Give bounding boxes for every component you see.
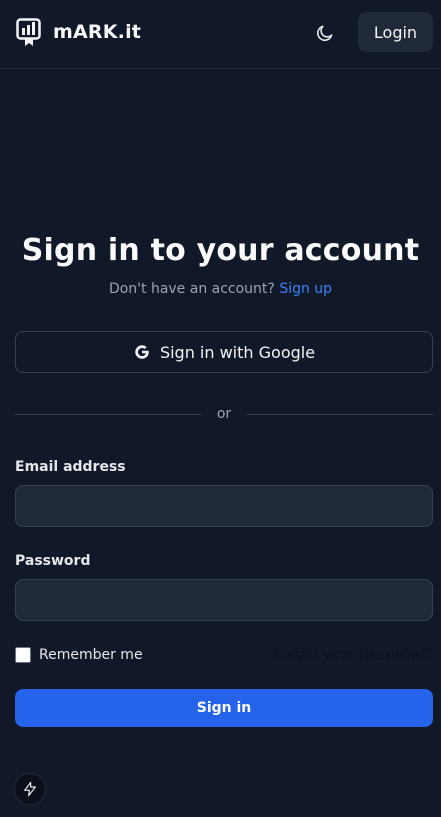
- google-signin-button[interactable]: Sign in with Google: [15, 331, 433, 373]
- password-label: Password: [15, 553, 91, 569]
- remember-me[interactable]: Remember me: [15, 647, 143, 663]
- google-signin-label: Sign in with Google: [159, 342, 316, 362]
- bolt-icon: [24, 781, 36, 797]
- signup-prompt-text: Don't have an account?: [108, 281, 275, 297]
- signup-link[interactable]: Sign up: [279, 281, 332, 297]
- forgot-password-link[interactable]: Forgot your password?: [274, 647, 433, 663]
- divider-text: or: [216, 406, 232, 422]
- theme-toggle[interactable]: [310, 18, 340, 48]
- moon-icon: [317, 25, 333, 41]
- email-label: Email address: [15, 459, 126, 475]
- divider-left: [15, 414, 201, 415]
- brand[interactable]: mARK.it: [16, 17, 141, 47]
- password-field[interactable]: [15, 579, 433, 621]
- divider-right: [247, 414, 433, 415]
- signup-prompt: Don't have an account? Sign up: [0, 281, 441, 297]
- google-icon: [135, 345, 149, 359]
- top-bar: mARK.it Login: [0, 0, 441, 69]
- login-button[interactable]: Login: [358, 12, 433, 52]
- page-title: Sign in to your account: [21, 233, 420, 268]
- remember-me-checkbox[interactable]: [15, 647, 31, 663]
- email-field[interactable]: [15, 485, 433, 527]
- remember-me-label: Remember me: [39, 647, 143, 663]
- quick-action-button[interactable]: [14, 773, 46, 805]
- app-name: mARK.it: [53, 21, 142, 43]
- logo-icon: [16, 18, 41, 46]
- signin-button[interactable]: Sign in: [15, 689, 433, 727]
